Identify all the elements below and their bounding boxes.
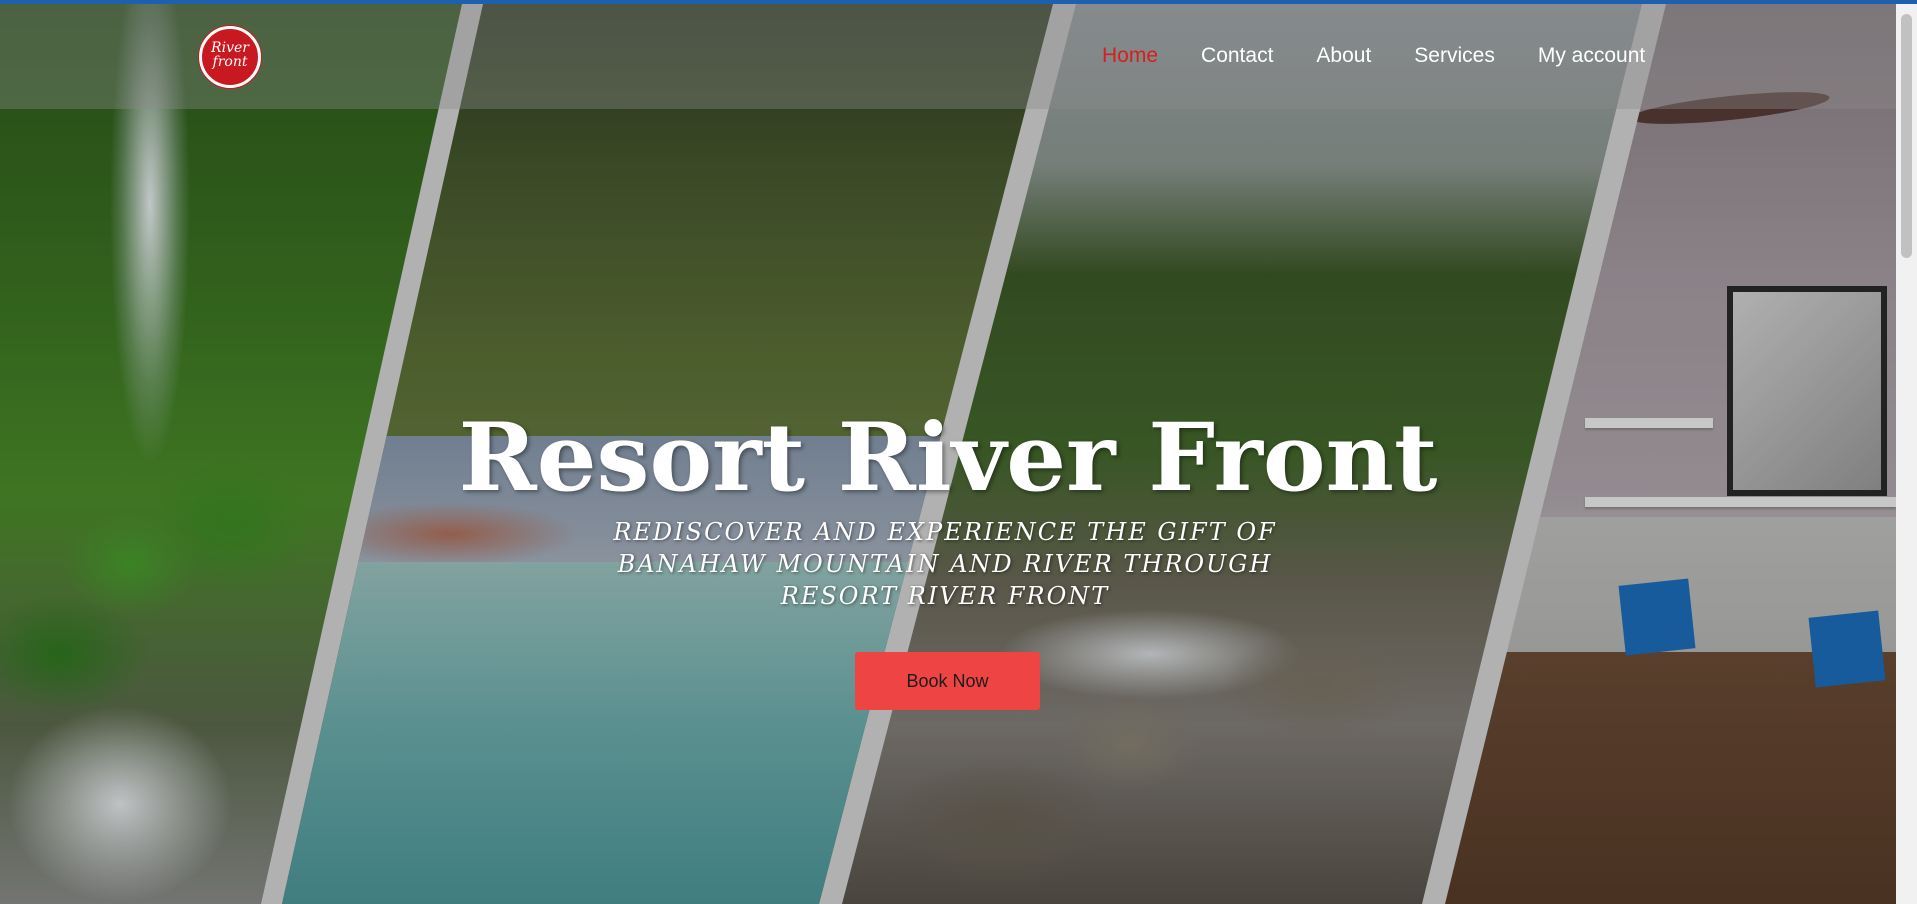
vertical-scrollbar[interactable] [1896, 4, 1917, 904]
nav-services[interactable]: Services [1414, 44, 1495, 68]
nav-home[interactable]: Home [1102, 44, 1158, 68]
main-nav: Home Contact About Services My account [1102, 44, 1688, 68]
logo-text: front [212, 54, 248, 70]
browser-top-line [0, 0, 1917, 4]
scrollbar-thumb[interactable] [1901, 14, 1912, 258]
nav-my-account[interactable]: My account [1538, 44, 1645, 68]
nav-contact[interactable]: Contact [1201, 44, 1273, 68]
logo[interactable]: River front [199, 26, 261, 88]
book-now-button[interactable]: Book Now [855, 652, 1040, 710]
hero-subtitle: REDISCOVER AND EXPERIENCE THE GIFT OF BA… [613, 518, 1277, 610]
logo-text: River [211, 40, 249, 56]
hero-title: Resort River Front [458, 403, 1438, 513]
nav-about[interactable]: About [1316, 44, 1371, 68]
